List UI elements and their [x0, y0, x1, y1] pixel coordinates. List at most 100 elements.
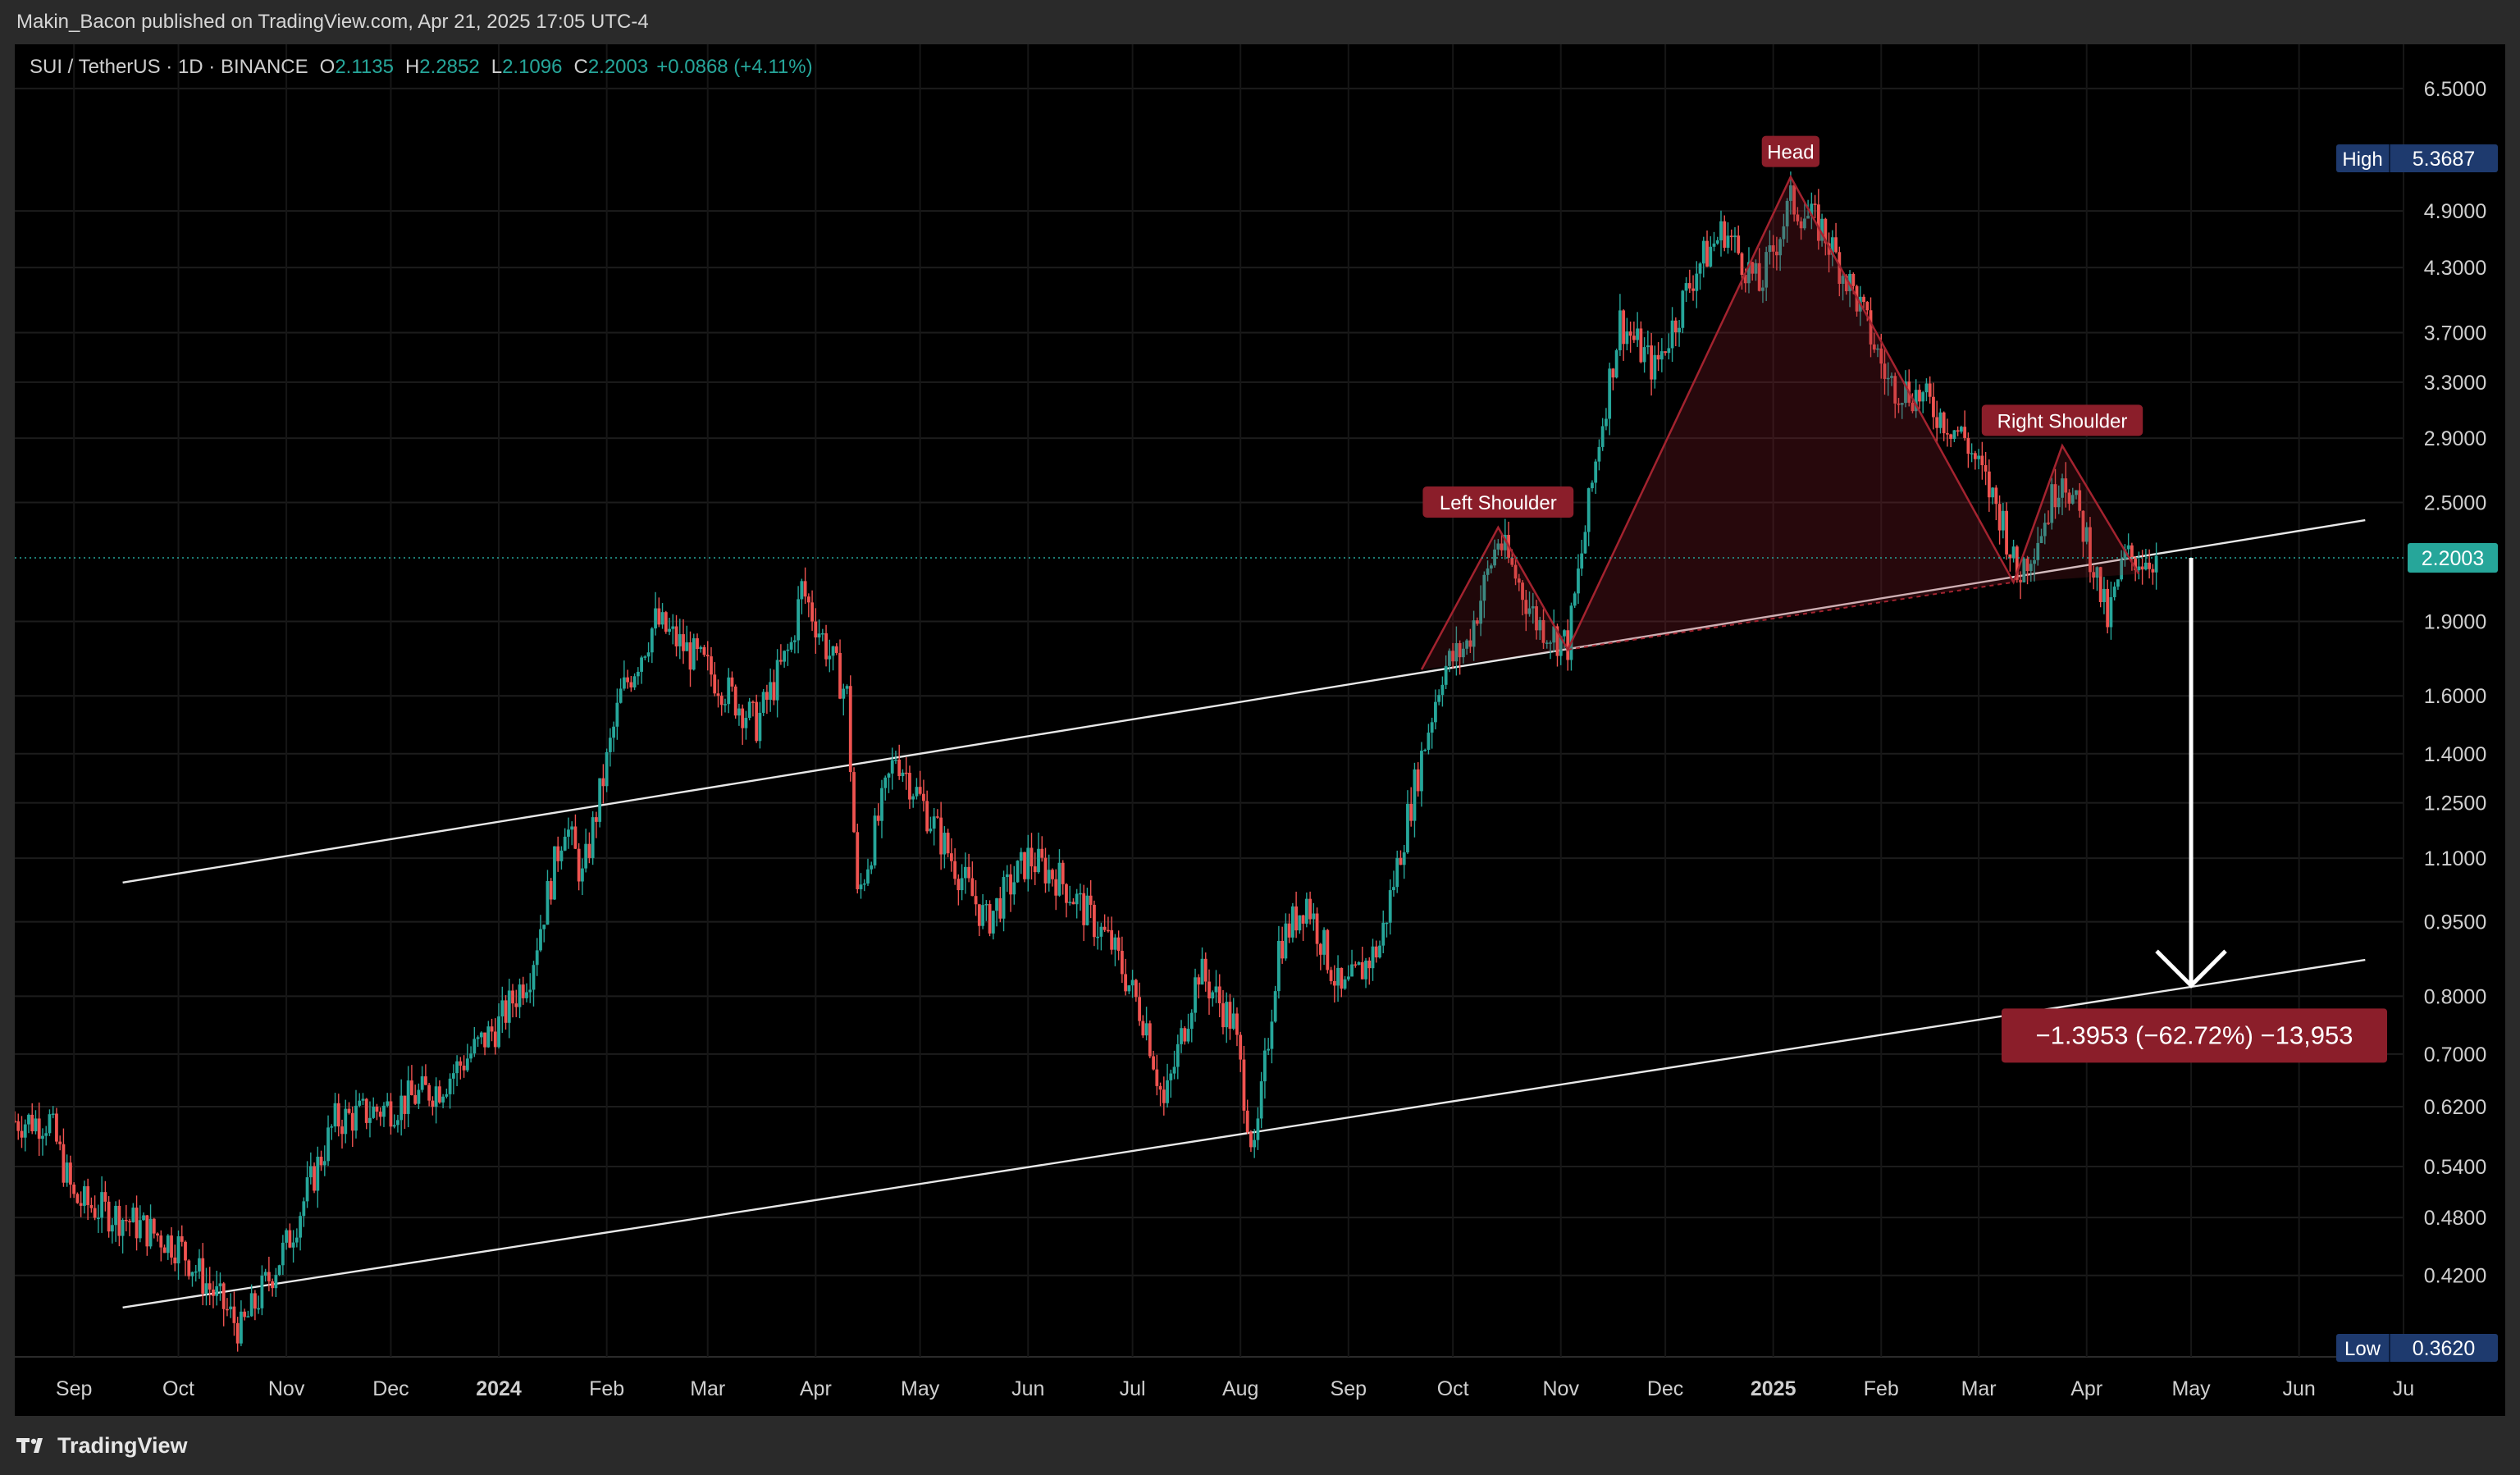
symbol-label: SUI / TetherUS · 1D · BINANCE — [30, 56, 308, 78]
candle-body — [778, 660, 783, 662]
candle-body — [1977, 455, 1981, 459]
candle-body — [1650, 345, 1654, 380]
candle-body — [281, 1242, 285, 1266]
candle-body — [2148, 562, 2152, 569]
symbol-legend: SUI / TetherUS · 1D · BINANCE O2.1135 H2.2… — [30, 56, 813, 79]
price-chart[interactable]: 6.5000 4.9000 4.3000 3.7000 3.3000 2.9000 2.50… — [15, 44, 2505, 1416]
candle-body — [1994, 487, 1998, 505]
candle-body — [364, 1098, 368, 1123]
candle-body — [988, 904, 992, 934]
candle-body — [173, 1257, 177, 1264]
candle-body — [797, 599, 801, 641]
price-tick-label: 4.3000 — [2424, 257, 2486, 280]
candle-body — [806, 596, 810, 603]
candle-body — [577, 848, 581, 882]
time-tick-label: Dec — [372, 1377, 409, 1400]
candle-body — [313, 1166, 316, 1191]
candle-body — [267, 1272, 271, 1281]
price-tick-label: 3.3000 — [2424, 372, 2486, 395]
candle-body — [887, 773, 891, 778]
candle-body — [107, 1201, 111, 1232]
time-tick-label: 2024 — [476, 1377, 522, 1400]
candle-body — [1611, 368, 1615, 378]
candle-body — [1987, 471, 1991, 498]
candle-body — [601, 778, 605, 787]
candle-body — [1980, 455, 1984, 466]
candle-body — [51, 1113, 55, 1115]
candle-body — [1242, 1059, 1246, 1111]
candle-body — [445, 1094, 449, 1097]
candle-body — [803, 581, 807, 597]
candle-body — [1043, 857, 1048, 884]
open-label: O — [319, 56, 336, 78]
candle-body — [159, 1235, 163, 1248]
candle-body — [1194, 977, 1197, 1013]
candle-body — [1687, 283, 1691, 289]
candle-body — [1186, 1029, 1190, 1042]
candle-body — [682, 634, 685, 651]
candle-body — [573, 826, 578, 849]
candle-body — [15, 1121, 16, 1122]
candle-body — [1563, 630, 1566, 637]
candle-body — [204, 1283, 208, 1294]
candle-body — [904, 772, 908, 774]
price-tick-label: 2.5000 — [2424, 492, 2486, 515]
grid-layer — [15, 44, 2404, 1357]
candle-body — [1673, 320, 1678, 333]
time-tick-label: 2025 — [1751, 1377, 1796, 1400]
candle-body — [117, 1205, 121, 1236]
candle-body — [1249, 1132, 1253, 1148]
candle-body — [984, 904, 988, 906]
candle-body — [1221, 1002, 1225, 1028]
candle-body — [1214, 986, 1218, 993]
candle-body — [1012, 882, 1016, 895]
candle-body — [1162, 1089, 1166, 1103]
candle-body — [434, 1086, 438, 1107]
candle-body — [148, 1218, 153, 1247]
pattern-label-text: Left Shoulder — [1440, 492, 1557, 514]
candle-body — [1678, 327, 1681, 333]
candle-body — [1952, 430, 1956, 439]
candle-body — [368, 1117, 372, 1123]
candle-body — [55, 1113, 58, 1142]
candle-body — [100, 1192, 104, 1218]
candle-body — [650, 628, 654, 653]
candle-body — [563, 836, 567, 851]
candle-body — [1267, 1048, 1271, 1051]
candle-body — [1134, 980, 1138, 998]
publish-header: Makin_Bacon published on TradingView.com… — [0, 0, 2520, 44]
price-tick-label: 0.8000 — [2424, 985, 2486, 1008]
candle-body — [274, 1275, 278, 1289]
candle-body — [605, 751, 609, 787]
candle-body — [1040, 848, 1044, 858]
candle-body — [451, 1073, 455, 1079]
candle-body — [1591, 482, 1594, 489]
candle-body — [1085, 895, 1089, 925]
candle-body — [271, 1281, 275, 1289]
candle-body — [1102, 926, 1107, 930]
candle-body — [1284, 923, 1288, 959]
candle-body — [23, 1124, 27, 1138]
chart-panel[interactable]: 6.5000 4.9000 4.3000 3.7000 3.3000 2.9000 2.50… — [15, 44, 2505, 1416]
candle-body — [1228, 1002, 1232, 1029]
price-tick-label: 0.4200 — [2424, 1265, 2486, 1288]
candle-body — [834, 646, 838, 653]
high-marker: High 5.3687 — [2336, 144, 2498, 172]
candle-body — [1684, 283, 1688, 291]
candle-body — [521, 984, 525, 998]
candle-body — [322, 1161, 326, 1166]
candle-body — [1409, 803, 1413, 821]
candle-body — [20, 1130, 24, 1138]
candle-body — [96, 1217, 100, 1219]
candle-body — [1605, 418, 1608, 427]
candle-body — [824, 632, 828, 660]
candle-body — [789, 642, 793, 650]
candle-body — [1865, 302, 1869, 311]
candle-body — [1263, 1050, 1267, 1082]
low-marker-value: 0.3620 — [2413, 1337, 2475, 1360]
candle-body — [696, 638, 699, 650]
candle-body — [747, 701, 751, 719]
candle-body — [2140, 566, 2144, 570]
pattern-label: Left Shoulder — [1422, 486, 1574, 518]
candle-body — [1343, 979, 1347, 989]
